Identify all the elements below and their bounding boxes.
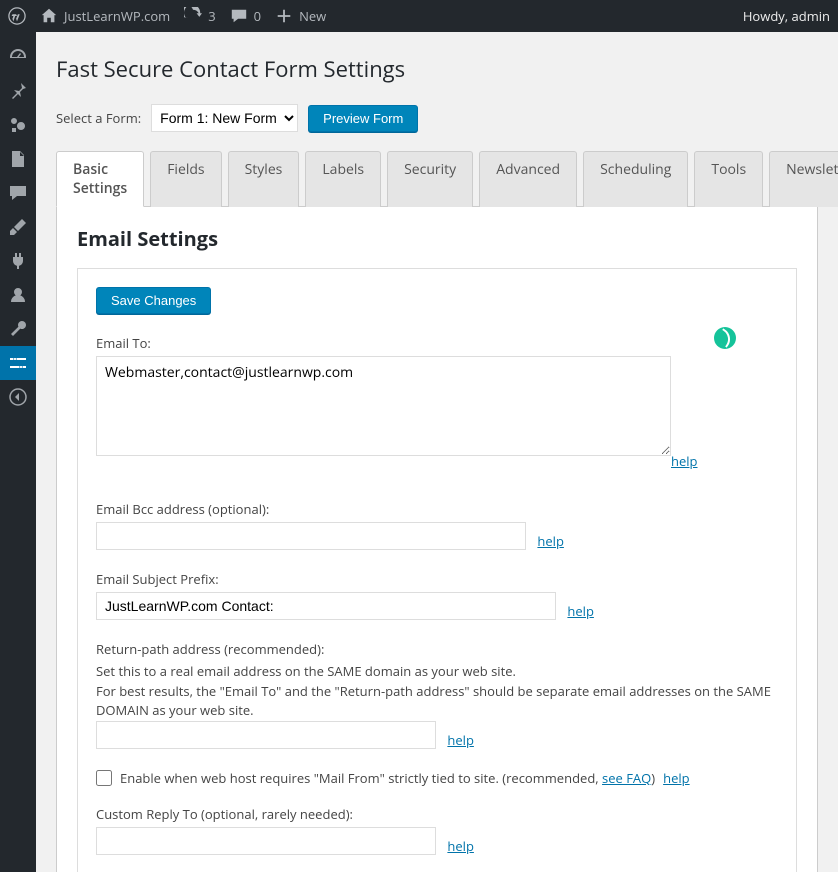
bcc-help-link[interactable]: help [537, 532, 564, 550]
reply-to-label: Custom Reply To (optional, rarely needed… [96, 805, 778, 823]
reply-to-field: Custom Reply To (optional, rarely needed… [96, 805, 778, 855]
updates-link[interactable]: 3 [184, 7, 215, 25]
sidebar-tools[interactable] [0, 312, 36, 346]
mail-from-label: Enable when web host requires "Mail From… [120, 769, 602, 787]
tab-newsletter[interactable]: Newsletter [769, 151, 838, 207]
subject-label: Email Subject Prefix: [96, 570, 778, 588]
howdy-link[interactable]: Howdy, admin [743, 7, 830, 25]
comment-icon [230, 7, 248, 25]
updates-count: 3 [208, 7, 215, 25]
mail-from-help-link[interactable]: help [663, 769, 690, 787]
wp-logo-icon[interactable] [8, 7, 26, 25]
form-select-row: Select a Form: Form 1: New Form Preview … [56, 104, 818, 132]
comments-count: 0 [254, 7, 261, 25]
media-icon [8, 115, 28, 135]
home-icon [40, 7, 58, 25]
subject-help-link[interactable]: help [567, 602, 594, 620]
brush-icon [8, 217, 28, 237]
settings-tabs: Basic Settings Fields Styles Labels Secu… [56, 150, 818, 207]
dashboard-icon [8, 47, 28, 67]
tab-basic-settings[interactable]: Basic Settings [56, 151, 144, 207]
mail-from-label-end: ) [651, 769, 655, 787]
email-to-help-link[interactable]: help [671, 452, 698, 470]
collapse-icon [8, 387, 28, 407]
tab-advanced[interactable]: Advanced [479, 151, 577, 207]
sidebar-collapse[interactable] [0, 380, 36, 414]
sidebar-plugins[interactable] [0, 244, 36, 278]
sidebar-dashboard[interactable] [0, 40, 36, 74]
reply-to-input[interactable] [96, 827, 436, 855]
return-path-input[interactable] [96, 721, 436, 749]
preview-form-button[interactable]: Preview Form [308, 105, 418, 132]
new-label: New [299, 7, 326, 25]
mail-from-label-wrap: Enable when web host requires "Mail From… [120, 769, 655, 787]
sidebar-users[interactable] [0, 278, 36, 312]
form-selector[interactable]: Form 1: New Form [151, 104, 298, 132]
return-path-desc1: Set this to a real email address on the … [96, 662, 778, 682]
mail-from-checkbox[interactable] [96, 770, 112, 786]
mail-from-row: Enable when web host requires "Mail From… [96, 769, 778, 787]
subject-field: Email Subject Prefix: help [96, 570, 778, 620]
sidebar-posts[interactable] [0, 74, 36, 108]
page-title: Fast Secure Contact Form Settings [56, 54, 818, 84]
tab-panel: Email Settings Save Changes Email To: We… [56, 207, 818, 872]
comment-icon [8, 183, 28, 203]
sidebar-media[interactable] [0, 108, 36, 142]
adminbar-left: JustLearnWP.com 3 0 New [8, 7, 326, 25]
refresh-icon [184, 7, 202, 25]
return-path-desc2: For best results, the "Email To" and the… [96, 682, 778, 721]
select-form-label: Select a Form: [56, 109, 141, 127]
plus-icon [275, 7, 293, 25]
section-title: Email Settings [77, 225, 797, 252]
sidebar-comments[interactable] [0, 176, 36, 210]
comments-link[interactable]: 0 [230, 7, 261, 25]
tab-scheduling[interactable]: Scheduling [583, 151, 688, 207]
plugin-icon [8, 251, 28, 271]
site-name-link[interactable]: JustLearnWP.com [40, 7, 170, 25]
email-to-field: Email To: Webmaster,contact@justlearnwp.… [96, 334, 778, 480]
email-to-label: Email To: [96, 334, 778, 352]
return-path-label: Return-path address (recommended): [96, 640, 778, 658]
tab-fields[interactable]: Fields [150, 151, 221, 207]
sidebar-appearance[interactable] [0, 210, 36, 244]
grammarly-icon[interactable] [714, 327, 736, 349]
user-icon [8, 285, 28, 305]
email-to-input[interactable]: Webmaster,contact@justlearnwp.com [96, 356, 671, 456]
sidebar-settings[interactable] [0, 346, 36, 380]
admin-sidebar [0, 32, 36, 872]
tab-styles[interactable]: Styles [228, 151, 300, 207]
bcc-input[interactable] [96, 522, 526, 550]
bcc-field: Email Bcc address (optional): help [96, 500, 778, 550]
see-faq-link[interactable]: see FAQ [602, 769, 651, 787]
tab-security[interactable]: Security [387, 151, 473, 207]
main-content: Fast Secure Contact Form Settings Select… [36, 32, 838, 872]
tab-tools[interactable]: Tools [694, 151, 763, 207]
subject-input[interactable] [96, 592, 556, 620]
howdy-text: Howdy, admin [743, 7, 830, 25]
pin-icon [8, 81, 28, 101]
sidebar-pages[interactable] [0, 142, 36, 176]
tab-labels[interactable]: Labels [305, 151, 381, 207]
return-path-field: Return-path address (recommended): Set t… [96, 640, 778, 749]
bcc-label: Email Bcc address (optional): [96, 500, 778, 518]
slider-icon [8, 353, 28, 373]
save-changes-button-top[interactable]: Save Changes [96, 287, 211, 314]
admin-bar: JustLearnWP.com 3 0 New Howdy, admin [0, 0, 838, 32]
reply-to-help-link[interactable]: help [447, 837, 474, 855]
email-settings-box: Save Changes Email To: Webmaster,contact… [77, 268, 797, 872]
return-path-help-link[interactable]: help [447, 731, 474, 749]
new-content-link[interactable]: New [275, 7, 326, 25]
wrench-icon [8, 319, 28, 339]
page-icon [8, 149, 28, 169]
site-name-label: JustLearnWP.com [64, 7, 170, 25]
